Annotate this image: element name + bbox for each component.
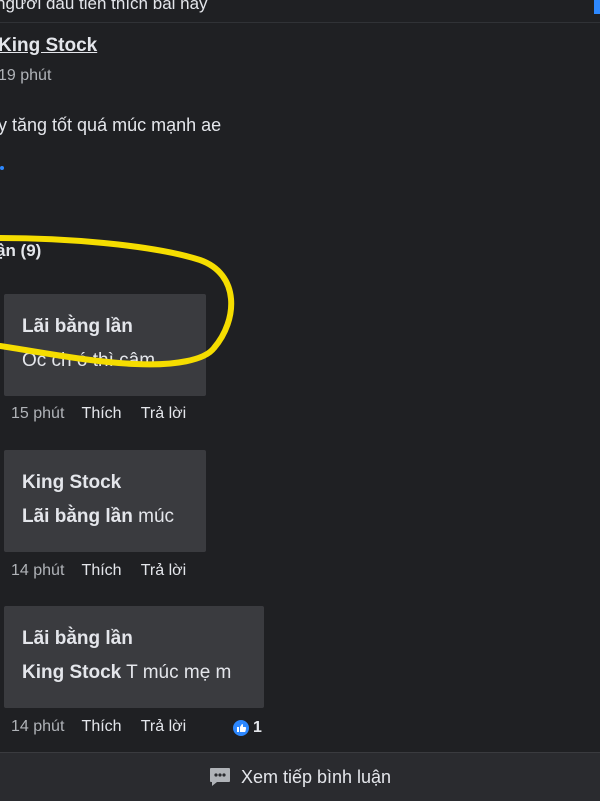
post-author-link[interactable]: King Stock: [0, 35, 97, 57]
comment-mention[interactable]: Lãi bằng lần: [22, 506, 133, 527]
comment-author[interactable]: King Stock: [22, 472, 121, 494]
comment-body: múc: [132, 506, 175, 527]
post-body: y tăng tốt quá múc mạnh ae: [0, 115, 222, 135]
comment-author[interactable]: Lãi bằng lần: [22, 628, 133, 650]
post-timestamp[interactable]: 19 phút: [0, 67, 51, 85]
comment-time[interactable]: 14 phút: [11, 718, 64, 735]
thumbs-up-icon: [233, 720, 249, 736]
comment-mention[interactable]: King Stock: [22, 662, 121, 683]
like-summary-text: người đầu tiên thích bài này: [0, 0, 208, 13]
comment-icon: [209, 768, 230, 786]
reply-button[interactable]: Trả lời: [141, 718, 186, 735]
comments-heading: ận (9): [0, 241, 42, 260]
top-like-summary: người đầu tiên thích bài này: [0, 0, 600, 23]
view-more-comments-label: Xem tiếp bình luận: [240, 766, 392, 787]
view-more-comments-button[interactable]: Xem tiếp bình luận: [0, 752, 600, 801]
comment-text: Lãi bằng lần múc: [22, 506, 174, 528]
comment-meta: 15 phút Thích Trả lời: [11, 405, 201, 423]
comment-time[interactable]: 15 phút: [11, 405, 64, 422]
comment-bubble: Lãi bằng lần King Stock T múc mẹ m: [4, 606, 264, 708]
like-button[interactable]: Thích: [82, 562, 122, 579]
comment-body: T múc mẹ m: [121, 662, 232, 683]
like-button[interactable]: Thích: [82, 405, 122, 422]
comment-author[interactable]: Lãi bằng lần: [22, 316, 133, 338]
reaction-summary[interactable]: 1: [233, 719, 262, 737]
comment-text: King Stock T múc mẹ m: [22, 662, 231, 684]
comment-bubble: King Stock Lãi bằng lần múc: [4, 450, 206, 552]
comment-text: Óc ch ó thì câm: [22, 350, 156, 371]
reply-button[interactable]: Trả lời: [141, 405, 186, 422]
reply-button[interactable]: Trả lời: [141, 562, 186, 579]
link-dot-icon: [0, 166, 4, 170]
comment-meta: 14 phút Thích Trả lời: [11, 562, 201, 580]
comment-bubble: Lãi bằng lần Óc ch ó thì câm: [4, 294, 206, 396]
reaction-count: 1: [253, 719, 262, 736]
scroll-indicator: [594, 0, 600, 14]
comment-meta: 14 phút Thích Trả lời: [11, 718, 201, 736]
like-button[interactable]: Thích: [82, 718, 122, 735]
comment-time[interactable]: 14 phút: [11, 562, 64, 579]
